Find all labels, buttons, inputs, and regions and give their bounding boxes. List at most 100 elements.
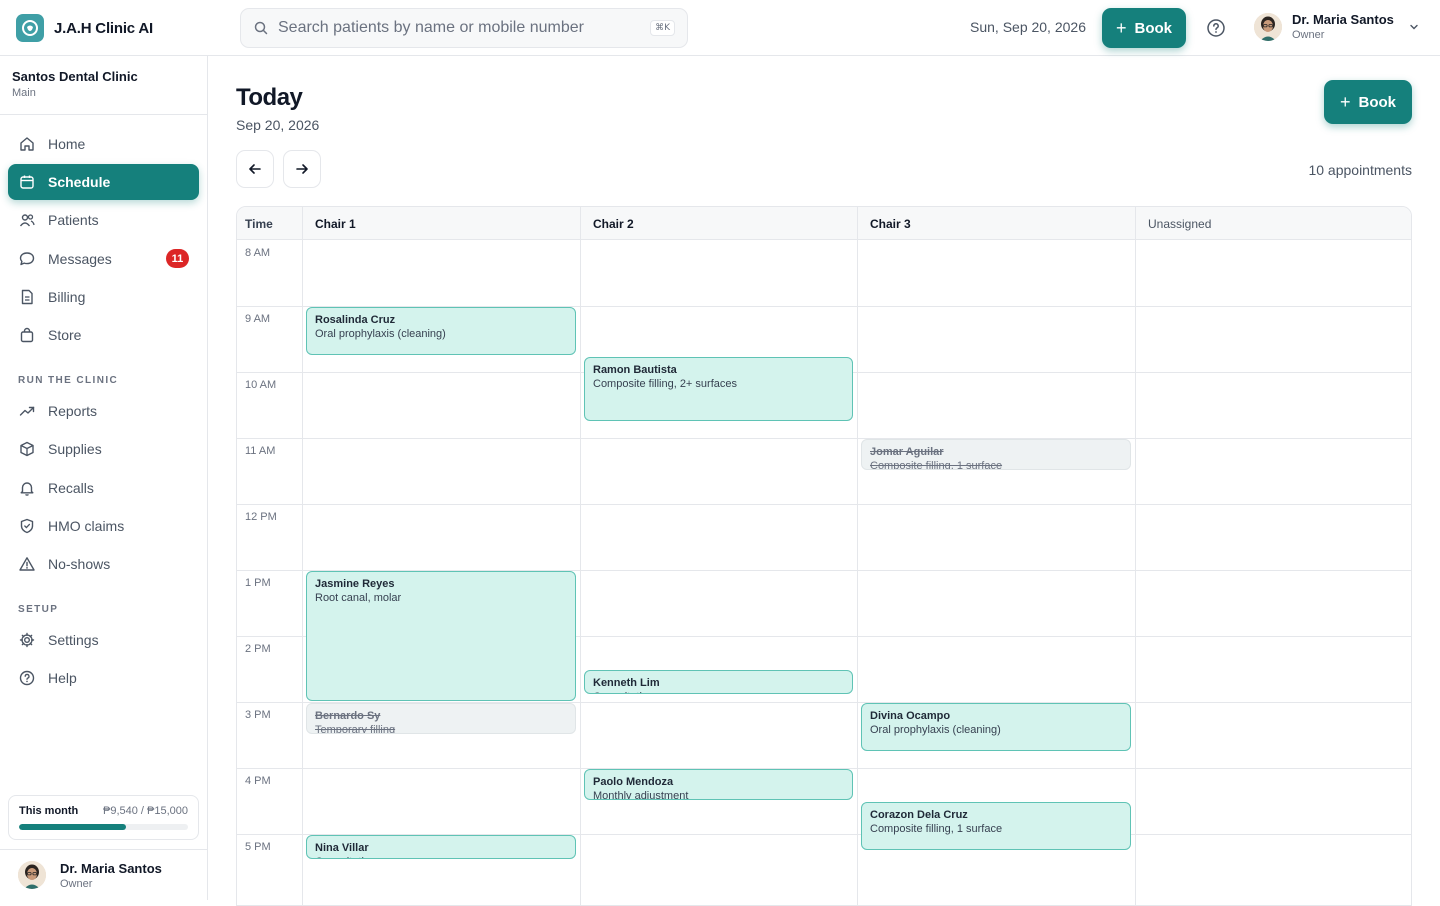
sidebar-item-hmo-claims[interactable]: HMO claims — [8, 508, 199, 544]
sidebar-item-reports[interactable]: Reports — [8, 393, 199, 429]
hour-label: 11 AM — [245, 445, 276, 457]
avatar — [18, 861, 46, 889]
appointment-service: Consultation — [315, 855, 567, 858]
sidebar-item-label: Messages — [48, 251, 112, 267]
book-button-main[interactable]: + Book — [1324, 80, 1412, 124]
sidebar-item-label: Store — [48, 327, 82, 343]
sidebar-item-schedule[interactable]: Schedule — [8, 164, 199, 200]
sidebar: Santos Dental Clinic Main Home Schedule … — [0, 56, 208, 900]
brand[interactable]: J.A.H Clinic AI — [16, 14, 153, 42]
section-heading-setup: SETUP — [18, 604, 59, 615]
home-icon — [20, 137, 34, 151]
column-header-unassigned: Unassigned — [1135, 207, 1411, 240]
appointment-count: 10 appointments — [1308, 162, 1412, 178]
appointment-patient: Jasmine Reyes — [315, 578, 395, 590]
trend-icon — [19, 406, 35, 416]
sidebar-item-recalls[interactable]: Recalls — [8, 470, 199, 506]
page-title: Today — [236, 84, 303, 111]
search-bar[interactable]: ⌘K — [240, 8, 688, 48]
next-day-button[interactable] — [283, 150, 321, 188]
appointment-card[interactable]: Jomar Aguilar Composite filling, 1 surfac… — [861, 439, 1131, 470]
appointment-service: Consultation — [593, 690, 844, 693]
sidebar-item-label: Schedule — [48, 174, 111, 190]
appointment-patient: Divina Ocampo — [870, 710, 951, 722]
appointment-card[interactable]: Paolo Mendoza Monthly adjustment — [584, 769, 853, 800]
user-role: Owner — [1292, 29, 1325, 41]
appointment-card[interactable]: Corazon Dela Cruz Composite filling, 1 su… — [861, 802, 1131, 850]
previous-day-button[interactable] — [236, 150, 274, 188]
appointment-patient: Ramon Bautista — [593, 363, 677, 376]
help-icon — [19, 670, 35, 686]
appointment-card[interactable]: Divina Ocampo Oral prophylaxis (cleaning) — [861, 703, 1131, 751]
sidebar-item-billing[interactable]: Billing — [8, 279, 199, 315]
sidebar-user-role: Owner — [60, 877, 93, 890]
gear-icon — [19, 632, 35, 648]
sidebar-item-label: Recalls — [48, 480, 94, 496]
appointment-card[interactable]: Nina VillarConsultation — [306, 835, 576, 860]
warning-icon — [19, 557, 35, 571]
bag-icon — [20, 327, 34, 343]
quota-value: ₱9,540 / ₱15,000 — [102, 805, 188, 817]
hour-label: 10 AM — [245, 379, 277, 391]
top-bar: J.A.H Clinic AI ⌘K Sun, Sep 20, 2026 + B… — [0, 0, 1440, 56]
book-button-top[interactable]: + Book — [1102, 8, 1186, 48]
hour-label: 1 PM — [245, 577, 271, 589]
page-date: Sep 20, 2026 — [236, 117, 320, 133]
appointment-patient: Rosalinda Cruz — [315, 314, 396, 326]
sidebar-item-label: Home — [48, 136, 86, 152]
quota-progress-bar — [19, 824, 188, 830]
clinic-switcher[interactable]: Santos Dental Clinic Main — [0, 56, 207, 115]
sidebar-item-label: Supplies — [48, 441, 102, 457]
appointment-patient: Paolo Mendoza — [593, 776, 674, 788]
sidebar-user-name: Dr. Maria Santos — [60, 860, 162, 876]
help-icon[interactable] — [1206, 18, 1226, 38]
appointment-card[interactable]: Bernardo Sy Temporary filling — [306, 703, 576, 734]
monthly-quota-card: This month ₱9,540 / ₱15,000 — [8, 795, 199, 840]
sidebar-item-no-shows[interactable]: No-shows — [8, 546, 199, 582]
book-label: Book — [1358, 93, 1397, 111]
column-header-chair-2: Chair 2 — [580, 207, 857, 240]
sidebar-item-help[interactable]: Help — [8, 660, 199, 696]
appointment-card[interactable]: Ramon Bautista Composite filling, 2+ surf… — [584, 356, 853, 421]
sidebar-item-supplies[interactable]: Supplies — [8, 431, 199, 467]
appointment-patient: Kenneth Lim — [593, 677, 660, 689]
appointment-card[interactable]: Rosalinda Cruz Oral prophylaxis (cleaning… — [306, 307, 576, 355]
appointment-service: Composite filling, 2+ surfaces — [593, 377, 737, 390]
hour-label: 9 AM — [245, 313, 271, 325]
user-menu[interactable]: Dr. Maria Santos Owner — [1254, 12, 1420, 41]
sidebar-item-home[interactable]: Home — [8, 126, 199, 162]
plus-icon: + — [1339, 92, 1351, 112]
current-date: Sun, Sep 20, 2026 — [970, 19, 1086, 35]
search-input[interactable] — [278, 19, 651, 37]
box-icon — [20, 441, 34, 457]
column-divider — [302, 240, 303, 905]
tooth-logo-icon — [16, 14, 44, 42]
sidebar-item-store[interactable]: Store — [8, 317, 199, 353]
appointment-patient: Nina Villar — [315, 842, 369, 854]
appointment-service: Monthly adjustment — [593, 790, 689, 800]
quota-label: This month — [19, 805, 79, 817]
sidebar-item-patients[interactable]: Patients — [8, 202, 199, 238]
appointment-service: Oral prophylaxis (cleaning) — [870, 724, 1001, 736]
appointment-patient: Corazon Dela Cruz — [870, 809, 968, 821]
hour-label: 3 PM — [245, 709, 271, 721]
main-content: Today Sep 20, 2026 + Book 10 appointment… — [208, 56, 1440, 906]
clinic-branch: Main — [12, 87, 36, 99]
shield-icon — [20, 518, 34, 534]
appointment-card[interactable]: Jasmine Reyes Root canal, molar — [306, 571, 576, 701]
sidebar-item-settings[interactable]: Settings — [8, 622, 199, 658]
sidebar-item-label: Patients — [48, 212, 99, 228]
chevron-down-icon — [1408, 21, 1420, 33]
appointment-card[interactable]: Kenneth LimConsultation — [584, 670, 853, 695]
bell-icon — [20, 482, 34, 496]
sidebar-item-label: HMO claims — [48, 518, 125, 534]
schedule-grid: Time Chair 1 Chair 2 Chair 3 Unassigned … — [236, 206, 1412, 906]
sidebar-item-label: No-shows — [48, 556, 111, 572]
sidebar-item-messages[interactable]: Messages 11 — [8, 241, 199, 277]
quota-progress-fill — [19, 824, 127, 830]
sidebar-user[interactable]: Dr. Maria Santos Owner — [0, 849, 207, 900]
calendar-icon — [20, 175, 34, 189]
hour-label: 12 PM — [245, 511, 277, 523]
hour-label: 8 AM — [245, 247, 271, 259]
shortcut-hint: ⌘K — [650, 20, 675, 36]
